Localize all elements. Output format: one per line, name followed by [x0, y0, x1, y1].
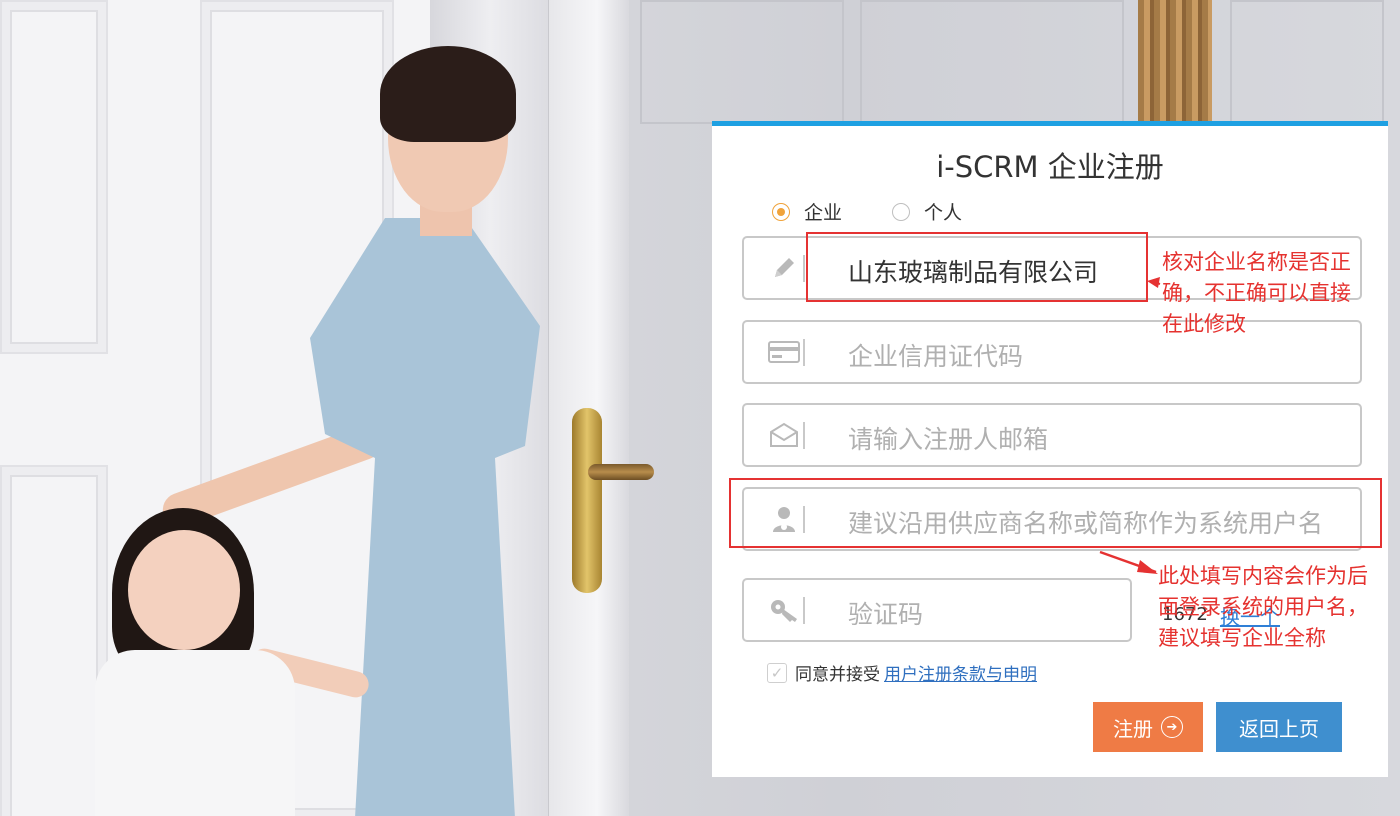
annotation-note-username: 此处填写内容会作为后 面登录系统的用户名， 建议填写企业全称 [1158, 564, 1368, 650]
annotation-arrows [1099, 277, 1161, 574]
annotation-note-company: 核对企业名称是否正 确，不正确可以直接 在此修改 [1162, 250, 1351, 336]
